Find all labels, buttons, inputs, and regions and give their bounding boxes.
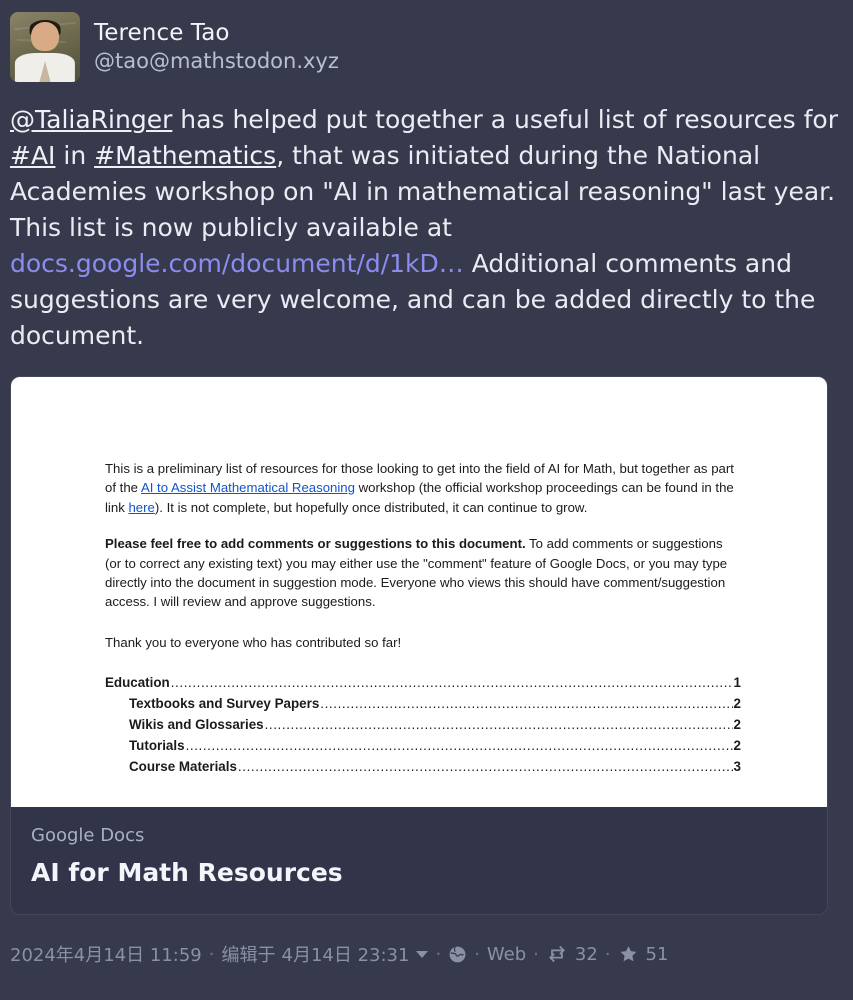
boost-stat[interactable]: 32 (546, 944, 598, 965)
toc-entry-page: 2 (733, 717, 741, 733)
meta-separator: · (604, 943, 611, 965)
post-text-segment-1: has helped put together a useful list of… (172, 105, 838, 134)
toc-entry-label: Education (105, 675, 170, 691)
link-preview-title: AI for Math Resources (31, 858, 343, 888)
post-content: @TaliaRinger has helped put together a u… (10, 102, 843, 354)
toc-leader-dots: ........................................… (264, 717, 733, 733)
toc-entry: Education ..............................… (105, 672, 741, 693)
meta-separator: · (208, 943, 215, 965)
doc-para1-text-c: ). It is not complete, but hopefully onc… (154, 499, 588, 515)
external-link-google-doc[interactable]: docs.google.com/document/d/1kD… (10, 249, 464, 278)
toc-entry-page: 1 (733, 675, 741, 691)
post-source-label: Web (486, 943, 527, 965)
toc-entry: Tutorials ..............................… (105, 735, 741, 756)
boost-icon (546, 945, 568, 963)
author-display-name: Terence Tao (94, 19, 230, 46)
visibility-globe-icon (448, 945, 467, 964)
boost-count: 32 (574, 943, 598, 965)
external-link-ellipsis: … (438, 249, 464, 278)
toc-entry-page: 3 (733, 759, 741, 775)
meta-separator: · (435, 943, 442, 965)
chevron-down-icon[interactable] (416, 950, 429, 958)
toc-leader-dots: ........................................… (170, 675, 733, 691)
toc-entry-label: Course Materials (129, 759, 237, 775)
toc-entry-label: Wikis and Glossaries (129, 717, 264, 733)
external-link-label: docs.google.com/document/d/1kD (10, 249, 439, 278)
toc-entry-page: 2 (733, 738, 741, 754)
link-preview-provider: Google Docs (31, 825, 145, 846)
favourite-count: 51 (645, 943, 669, 965)
avatar[interactable] (10, 12, 80, 82)
meta-separator: · (474, 943, 480, 965)
link-preview-thumbnail[interactable]: This is a preliminary list of resources … (11, 377, 827, 807)
document-table-of-contents: Education ..............................… (105, 672, 741, 777)
link-preview-card[interactable]: This is a preliminary list of resources … (10, 376, 828, 916)
document-paragraph-3: Thank you to everyone who has contribute… (105, 634, 402, 650)
toc-entry: Wikis and Glossaries ...................… (105, 714, 741, 735)
toc-leader-dots: ........................................… (185, 738, 733, 754)
meta-separator: · (533, 943, 539, 965)
post-text-segment-2: in (55, 141, 95, 170)
hashtag-link-mathematics[interactable]: #Mathematics (94, 141, 276, 170)
toc-leader-dots: ........................................… (237, 759, 733, 775)
author-names: Terence Tao @tao@mathstodon.xyz (94, 20, 339, 74)
favourite-stat[interactable]: 51 (618, 943, 669, 965)
doc-link-here[interactable]: here (128, 500, 154, 515)
post-author-header[interactable]: Terence Tao @tao@mathstodon.xyz (10, 8, 843, 86)
toc-entry-label: Textbooks and Survey Papers (129, 696, 320, 712)
edited-label: 编辑于 (221, 945, 276, 967)
doc-para2-bold: Please feel free to add comments or sugg… (105, 536, 526, 552)
avatar-detail (31, 21, 59, 52)
toc-leader-dots: ........................................… (320, 696, 732, 712)
status-post: Terence Tao @tao@mathstodon.xyz @TaliaRi… (0, 0, 853, 1000)
author-handle: @tao@mathstodon.xyz (94, 48, 339, 73)
doc-link-ai-to-assist[interactable]: AI to Assist Mathematical Reasoning (141, 480, 355, 495)
status-meta-bar: 2024年4月14日 11:59 · 编辑于 4月14日 23:31 · · W… (10, 941, 843, 967)
toc-entry-page: 2 (733, 696, 741, 712)
post-timestamp[interactable]: 2024年4月14日 11:59 (10, 941, 202, 967)
toc-entry-label: Tutorials (129, 738, 185, 754)
document-preview-page: This is a preliminary list of resources … (11, 377, 827, 777)
mention-link-taliaringer[interactable]: @TaliaRinger (10, 105, 172, 134)
link-preview-meta: Google Docs AI for Math Resources (11, 807, 827, 915)
edited-timestamp[interactable]: 4月14日 23:31 (282, 941, 410, 967)
hashtag-link-ai[interactable]: #AI (10, 141, 55, 170)
star-icon (618, 944, 639, 964)
document-paragraph-1: This is a preliminary list of resources … (105, 459, 741, 517)
document-paragraph-2: Please feel free to add comments or sugg… (105, 534, 741, 612)
toc-entry: Course Materials .......................… (105, 756, 741, 777)
toc-entry: Textbooks and Survey Papers ............… (105, 693, 741, 714)
